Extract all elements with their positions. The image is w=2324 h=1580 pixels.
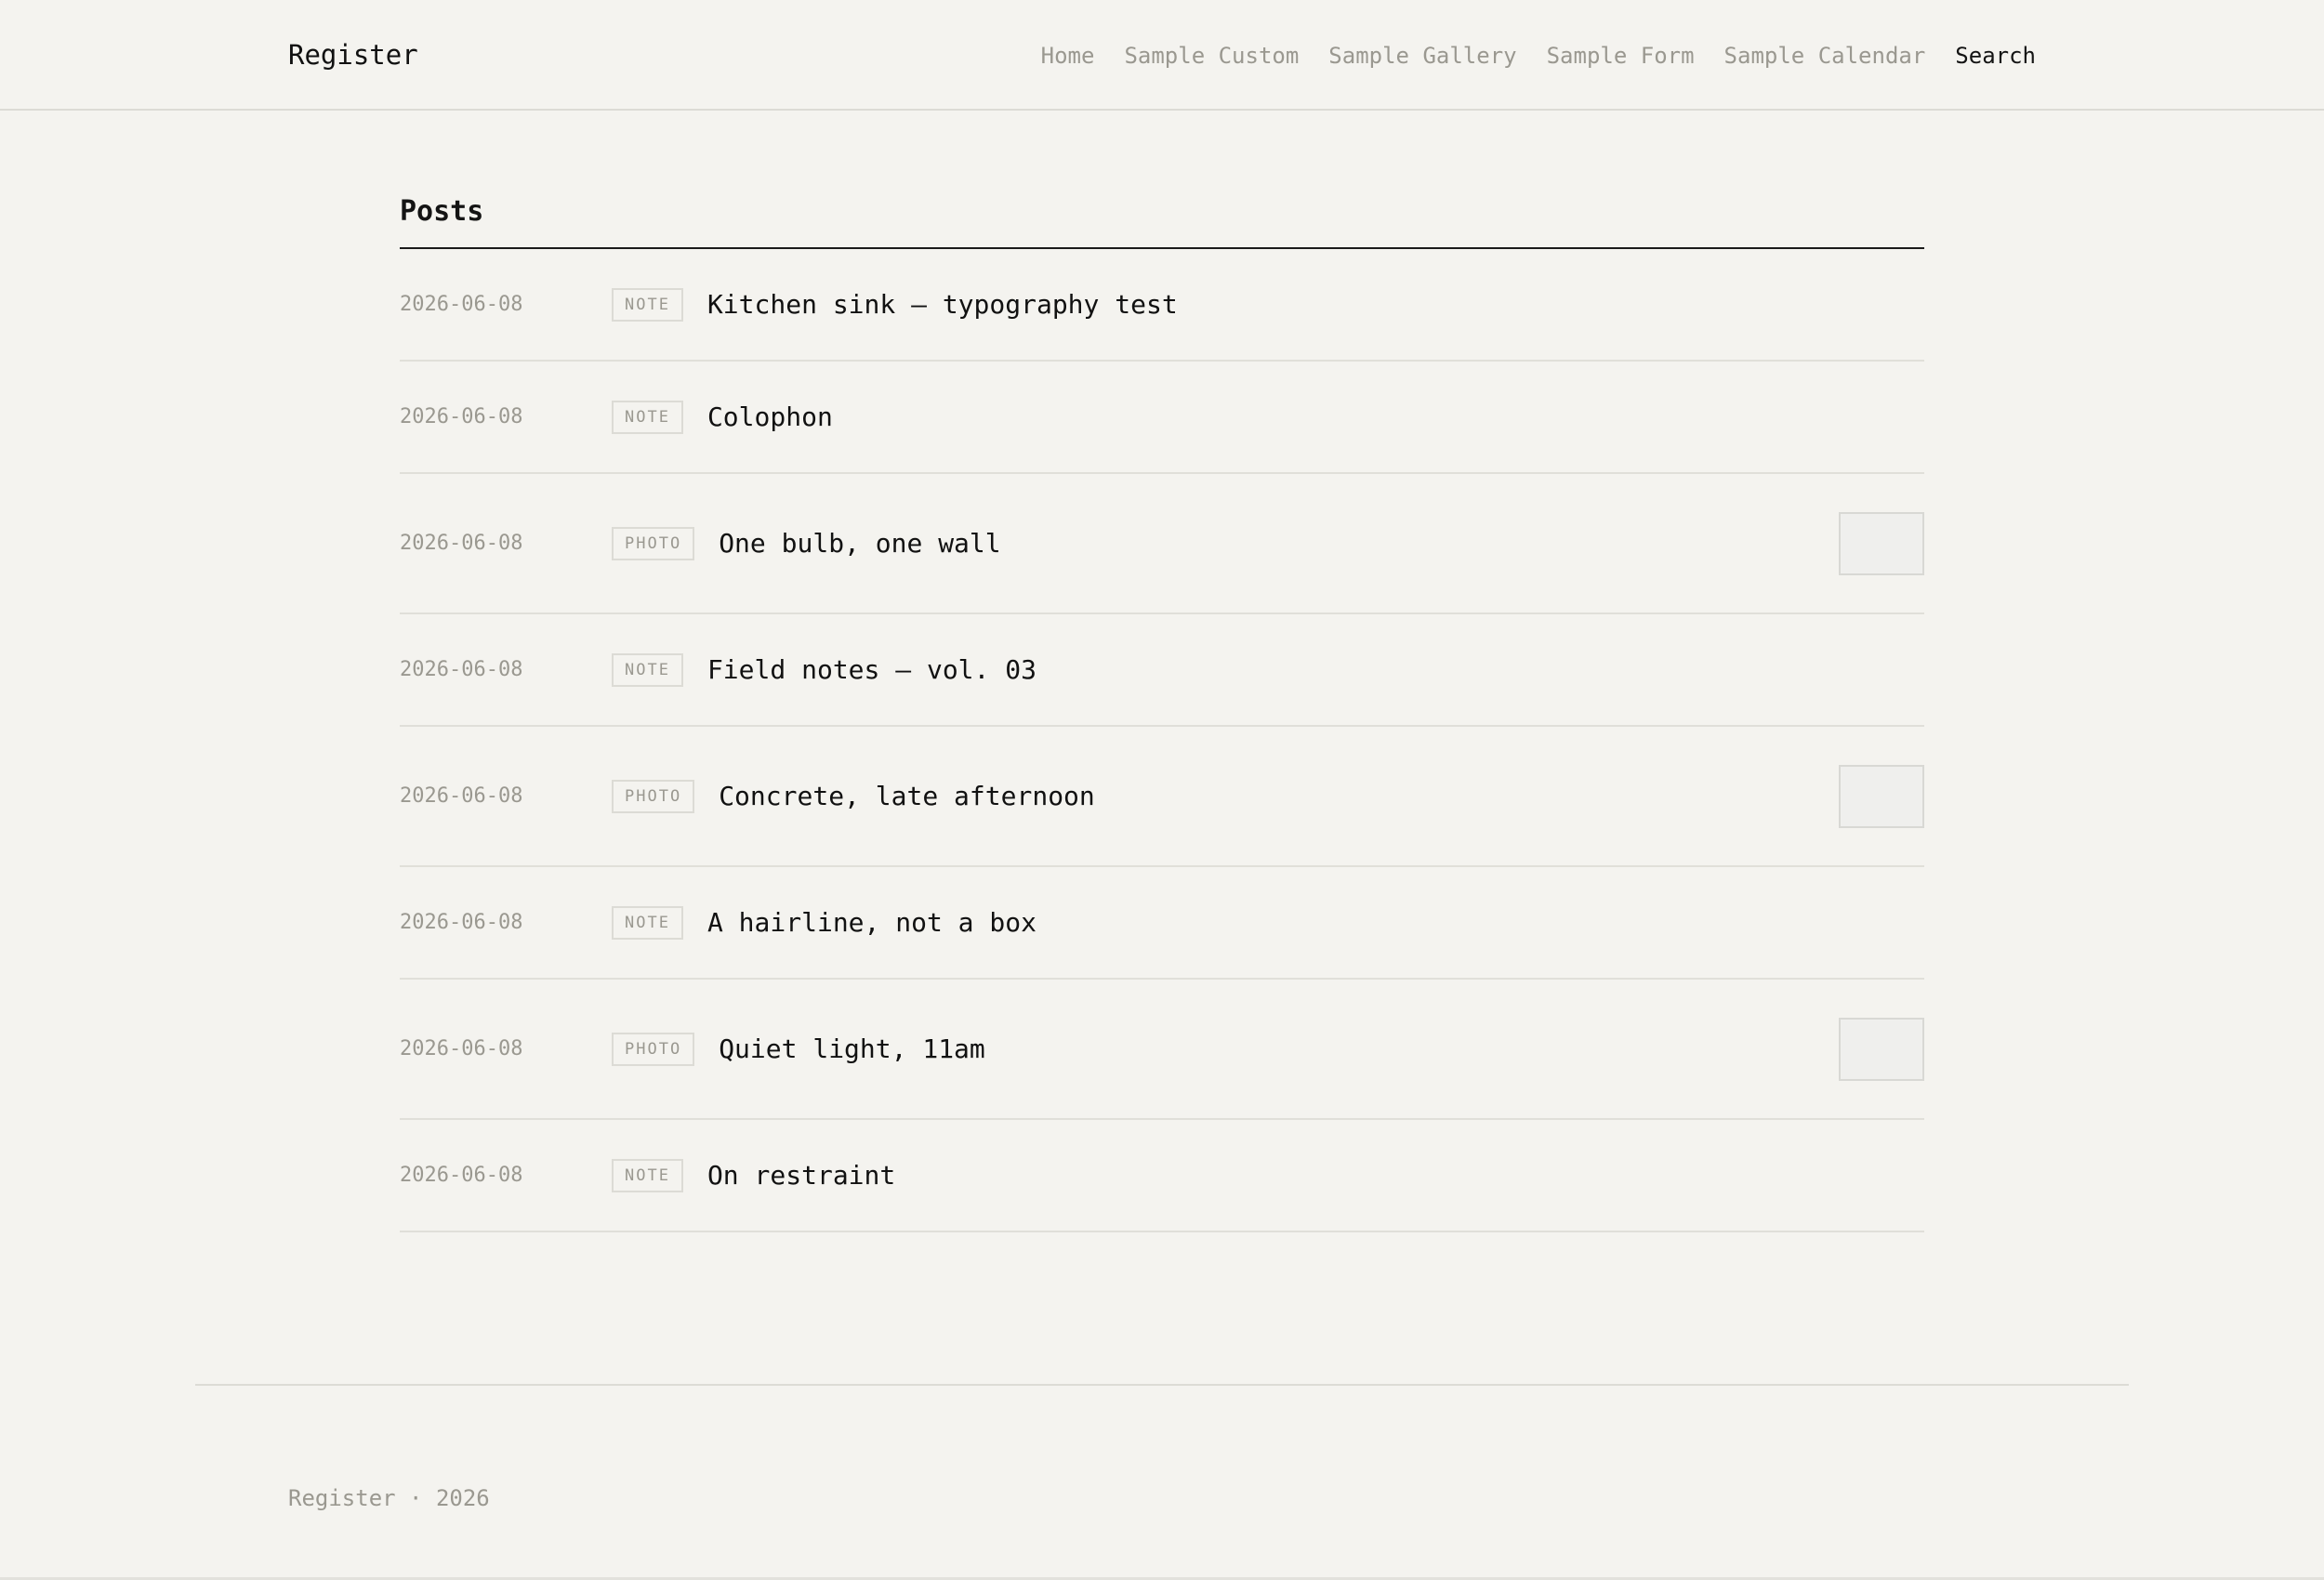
post-kind-badge: PHOTO: [612, 526, 695, 560]
post-date: 2026-06-08: [400, 784, 523, 808]
post-title-link[interactable]: Kitchen sink — typography test: [707, 289, 1924, 320]
post-thumbnail[interactable]: [1839, 1017, 1924, 1081]
post-kind-badge: NOTE: [612, 287, 683, 322]
post-kind-badge: NOTE: [612, 1158, 683, 1192]
post-title-link[interactable]: On restraint: [707, 1160, 1924, 1191]
nav-link-sample-form[interactable]: Sample Form: [1547, 39, 1695, 72]
nav-link-sample-calendar[interactable]: Sample Calendar: [1724, 39, 1926, 72]
post-row[interactable]: 2026-06-08 NOTE Field notes — vol. 03: [400, 614, 1924, 727]
post-kind-badge: NOTE: [612, 652, 683, 687]
footer-text: Register · 2026: [288, 1485, 490, 1511]
post-date: 2026-06-08: [400, 405, 523, 428]
post-row[interactable]: 2026-06-08 PHOTO Concrete, late afternoo…: [400, 727, 1924, 867]
post-row[interactable]: 2026-06-08 NOTE Kitchen sink — typograph…: [400, 249, 1924, 362]
post-row[interactable]: 2026-06-08 NOTE Colophon: [400, 362, 1924, 474]
post-date: 2026-06-08: [400, 1037, 523, 1060]
post-date: 2026-06-08: [400, 1164, 523, 1187]
post-date: 2026-06-08: [400, 532, 523, 555]
brand-link[interactable]: Register: [288, 37, 418, 72]
post-kind-badge: NOTE: [612, 905, 683, 940]
post-kind-badge: PHOTO: [612, 779, 695, 813]
nav-link-sample-custom[interactable]: Sample Custom: [1124, 39, 1299, 72]
post-row[interactable]: 2026-06-08 NOTE A hairline, not a box: [400, 867, 1924, 980]
main-nav: Home Sample Custom Sample Gallery Sample…: [1041, 39, 2036, 72]
nav-link-sample-gallery[interactable]: Sample Gallery: [1328, 39, 1516, 72]
post-list: 2026-06-08 NOTE Kitchen sink — typograph…: [400, 249, 1924, 1232]
post-date: 2026-06-08: [400, 658, 523, 681]
post-date: 2026-06-08: [400, 293, 523, 316]
post-thumbnail[interactable]: [1839, 764, 1924, 828]
post-row[interactable]: 2026-06-08 PHOTO Quiet light, 11am: [400, 980, 1924, 1120]
nav-link-search[interactable]: Search: [1955, 39, 2036, 72]
post-row[interactable]: 2026-06-08 PHOTO One bulb, one wall: [400, 474, 1924, 614]
post-title-link[interactable]: One bulb, one wall: [719, 528, 1839, 559]
post-kind-badge: PHOTO: [612, 1032, 695, 1066]
post-title-link[interactable]: Quiet light, 11am: [719, 1034, 1839, 1064]
post-title-link[interactable]: Concrete, late afternoon: [719, 781, 1839, 811]
post-title-link[interactable]: Colophon: [707, 402, 1924, 432]
post-title-link[interactable]: Field notes — vol. 03: [707, 654, 1924, 685]
nav-link-home[interactable]: Home: [1041, 39, 1095, 72]
main-content: Posts 2026-06-08 NOTE Kitchen sink — typ…: [400, 186, 1924, 1232]
post-thumbnail[interactable]: [1839, 511, 1924, 575]
section-title: Posts: [400, 186, 1924, 249]
post-kind-badge: NOTE: [612, 400, 683, 434]
site-header: Register Home Sample Custom Sample Galle…: [0, 0, 2324, 111]
post-title-link[interactable]: A hairline, not a box: [707, 907, 1924, 938]
post-date: 2026-06-08: [400, 911, 523, 934]
footer-divider: [195, 1384, 2129, 1386]
post-row[interactable]: 2026-06-08 NOTE On restraint: [400, 1120, 1924, 1232]
